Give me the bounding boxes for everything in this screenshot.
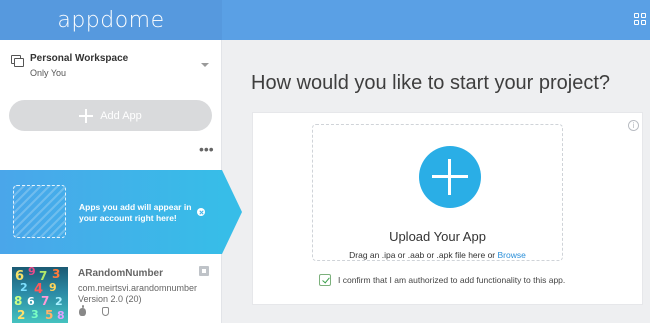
- apple-icon: [79, 305, 86, 316]
- workspace-selector[interactable]: Personal Workspace Only You: [11, 52, 211, 82]
- upload-instructions: Drag an .ipa or .aab or .apk file here o…: [313, 250, 562, 260]
- add-app-button[interactable]: Add App: [9, 100, 212, 131]
- app-list-item[interactable]: 6 9 7 3 2 4 9 8 6 7 2 2 3 5 8 ARandomNum…: [0, 262, 222, 323]
- appdome-logo[interactable]: appdome: [57, 8, 164, 33]
- sidebar: Personal Workspace Only You Add App ••• …: [0, 40, 242, 323]
- app-version: Version 2.0 (20): [78, 294, 142, 304]
- top-bar: appdome: [0, 0, 650, 40]
- confirm-authorization[interactable]: I confirm that I am authorized to add fu…: [319, 273, 565, 287]
- placeholder-app-icon: [13, 185, 66, 238]
- page-title: How would you like to start your project…: [251, 72, 611, 94]
- upload-dropzone[interactable]: Upload Your App Drag an .ipa or .aab or …: [312, 124, 563, 261]
- shield-icon: [102, 307, 109, 316]
- workspace-icon: [11, 55, 24, 67]
- app-thumbnail: 6 9 7 3 2 4 9 8 6 7 2 2 3 5 8: [12, 267, 68, 323]
- workspace-title: Personal Workspace: [30, 53, 129, 64]
- app-bundle-id: com.meirtsvi.arandomnumber: [78, 283, 198, 293]
- info-banner: Apps you add will appear in your account…: [0, 170, 242, 254]
- banner-text: Apps you add will appear in your account…: [79, 202, 192, 223]
- more-options-icon[interactable]: •••: [199, 142, 214, 156]
- confirm-checkbox[interactable]: [319, 274, 331, 286]
- plus-icon: [79, 108, 94, 123]
- start-project-card: i Upload Your App Drag an .ipa or .aab o…: [252, 112, 643, 305]
- add-app-label: Add App: [100, 109, 142, 122]
- logo-area[interactable]: appdome: [0, 0, 222, 40]
- close-icon[interactable]: [197, 208, 205, 216]
- app-name: ARandomNumber: [78, 268, 164, 279]
- drag-text: Drag an .ipa or .aab or .apk file here o…: [349, 250, 498, 260]
- banner-arrow: [222, 170, 242, 254]
- app-status-badge-icon[interactable]: [199, 266, 209, 276]
- chevron-down-icon[interactable]: [201, 63, 209, 67]
- workspace-subtitle: Only You: [30, 68, 67, 78]
- grid-icon[interactable]: [634, 13, 646, 25]
- confirm-label: I confirm that I am authorized to add fu…: [338, 275, 566, 285]
- info-icon[interactable]: i: [628, 120, 639, 131]
- upload-title: Upload Your App: [389, 229, 486, 244]
- browse-link[interactable]: Browse: [498, 250, 526, 260]
- upload-plus-icon[interactable]: [419, 146, 481, 208]
